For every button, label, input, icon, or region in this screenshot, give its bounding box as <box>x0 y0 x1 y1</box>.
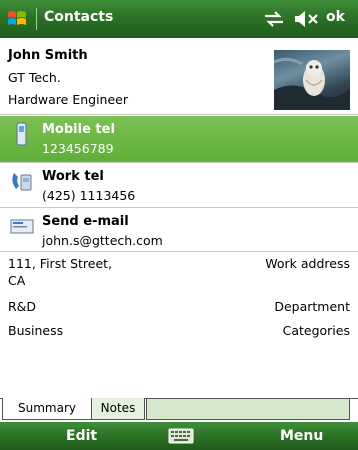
email-icon <box>10 219 34 234</box>
work-address-value[interactable]: 111, First Street, <box>8 256 112 271</box>
owl-photo-icon <box>273 57 350 110</box>
tab-notes-label: Notes <box>100 401 136 415</box>
title-separator <box>36 8 37 30</box>
tab-summary[interactable]: Summary <box>2 398 92 420</box>
windows-start-icon[interactable] <box>6 8 28 30</box>
mobile-phone-icon <box>16 122 27 146</box>
work-phone-icon <box>12 173 32 191</box>
work-address-value-line2: CA <box>8 273 26 288</box>
title-bar: Contacts ok <box>0 0 358 38</box>
work-address-label: Work address <box>265 256 350 271</box>
tab-strip-fill <box>146 399 350 420</box>
divider <box>0 251 358 252</box>
contact-company: GT Tech. <box>8 70 61 85</box>
categories-label: Categories <box>282 323 350 338</box>
keyboard-icon[interactable] <box>168 428 194 444</box>
tab-summary-label: Summary <box>18 401 76 415</box>
edit-softkey[interactable]: Edit <box>66 428 97 444</box>
divider <box>0 114 358 115</box>
contact-name: John Smith <box>8 48 88 63</box>
department-label: Department <box>274 299 350 314</box>
email-address: john.s@gttech.com <box>42 233 163 248</box>
app-title: Contacts <box>44 9 114 25</box>
send-email-row[interactable]: Send e-mail john.s@gttech.com <box>0 208 358 254</box>
department-value: R&D <box>8 299 37 314</box>
volume-muted-icon[interactable] <box>293 10 321 28</box>
mobile-tel-row[interactable]: Mobile tel 123456789 <box>0 116 358 162</box>
ok-button[interactable]: ok <box>326 9 345 25</box>
contact-job-title: Hardware Engineer <box>8 92 128 107</box>
send-email-label: Send e-mail <box>42 214 129 229</box>
mobile-tel-label: Mobile tel <box>42 122 115 137</box>
work-tel-label: Work tel <box>42 169 104 184</box>
contact-photo <box>273 50 350 110</box>
mobile-tel-value: 123456789 <box>42 141 114 156</box>
tab-notes[interactable]: Notes <box>91 398 145 420</box>
softkey-bar: Edit Menu <box>0 422 358 450</box>
menu-softkey[interactable]: Menu <box>280 428 323 444</box>
work-tel-value: (425) 1113456 <box>42 188 136 203</box>
work-tel-row[interactable]: Work tel (425) 1113456 <box>0 163 358 209</box>
connectivity-icon[interactable] <box>262 10 286 28</box>
categories-value: Business <box>8 323 64 338</box>
contact-header: John Smith GT Tech. Hardware Engineer <box>0 38 358 114</box>
